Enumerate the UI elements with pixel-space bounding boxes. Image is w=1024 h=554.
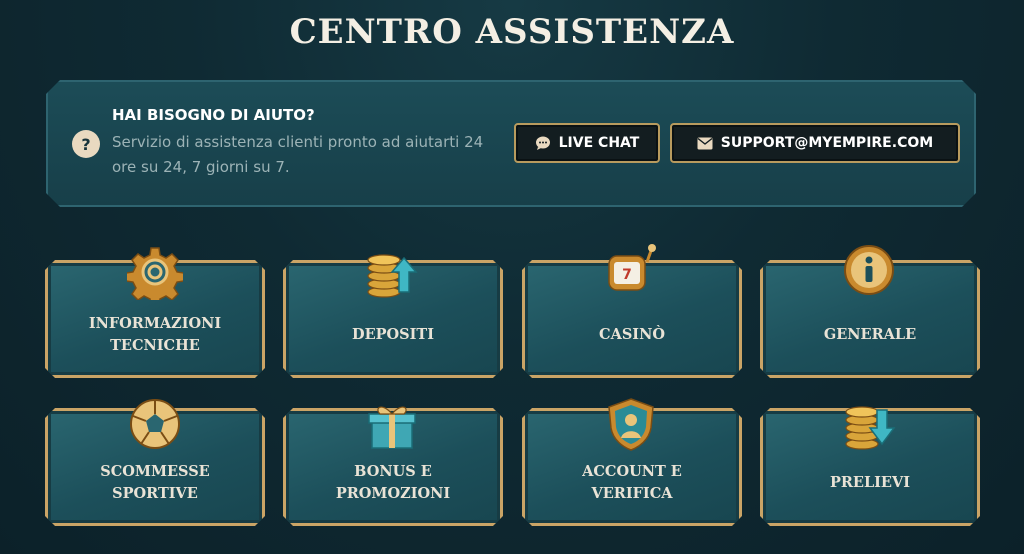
category-label: GENERALE xyxy=(823,326,917,343)
coins-up-arrow-icon xyxy=(367,254,418,298)
help-text: Servizio di assistenza clienti pronto ad… xyxy=(112,133,484,176)
category-label: PRELIEVI xyxy=(829,474,911,491)
gift-icon xyxy=(368,406,416,449)
email-label: SUPPORT@MYEMPIRE.COM xyxy=(720,135,934,151)
email-support-button[interactable]: SUPPORT@MYEMPIRE.COM xyxy=(670,123,960,163)
slot-machine-icon: 7 xyxy=(608,244,656,291)
help-title: HAI BISOGNO DI AIUTO? xyxy=(112,106,315,124)
category-label: DEPOSITI xyxy=(352,326,434,343)
live-chat-label: LIVE CHAT xyxy=(558,135,640,151)
page-title: CENTRO ASSISTENZA xyxy=(289,12,735,52)
svg-text:7: 7 xyxy=(622,267,632,283)
question-icon: ? xyxy=(72,130,100,158)
coins-down-arrow-icon xyxy=(845,406,896,450)
shield-user-icon xyxy=(608,398,654,451)
soccer-ball-icon xyxy=(130,399,180,449)
category-label: BONUS E PROMOZIONI xyxy=(335,463,451,502)
category-label: ACCOUNT E VERIFICA xyxy=(582,463,682,502)
chat-bubble-icon xyxy=(535,135,551,151)
envelope-icon xyxy=(697,135,713,151)
info-icon xyxy=(844,245,894,295)
category-label: SCOMMESSE SPORTIVE xyxy=(100,463,210,502)
live-chat-button[interactable]: LIVE CHAT xyxy=(514,123,660,163)
gear-icon xyxy=(127,247,183,300)
category-label: INFORMAZIONI TECNICHE xyxy=(88,315,222,354)
category-label: CASINÒ xyxy=(599,326,665,343)
